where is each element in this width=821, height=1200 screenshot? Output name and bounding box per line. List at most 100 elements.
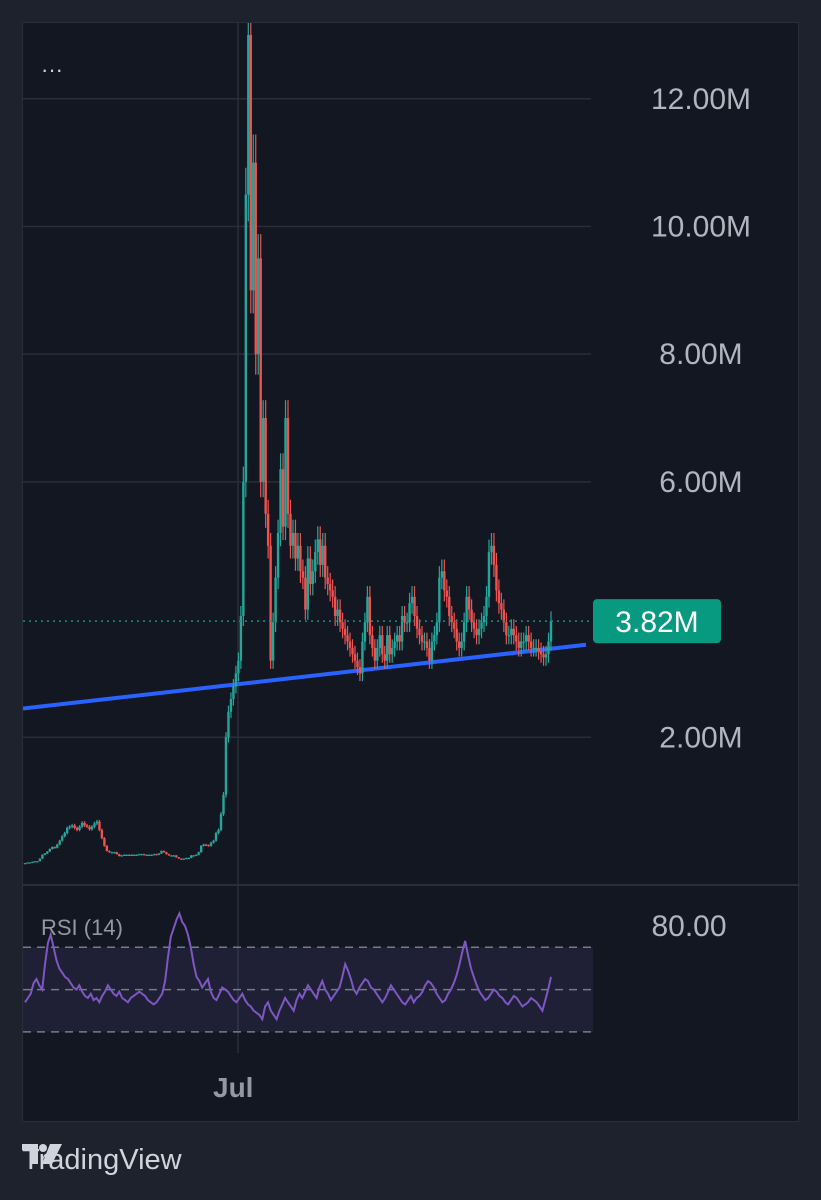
tradingview-logo-icon [22,1144,62,1164]
candle-body [361,641,364,674]
candle-body [524,635,528,642]
support-trendline[interactable] [23,642,587,711]
candle-body [167,854,171,856]
candle-body [356,660,359,668]
candle-body [281,469,285,527]
candle-body [237,660,240,674]
candle-body [130,854,133,856]
candle-body [391,647,394,655]
candle-body [462,622,466,642]
candle-body [512,628,515,636]
candle-body [465,596,468,623]
candle-body [145,854,148,856]
candle-body [455,628,458,642]
candle-body [78,826,81,830]
candle-body [304,577,307,610]
candle-body [242,481,245,616]
candle-body [376,647,379,661]
candle-body [53,847,56,849]
candle-body [157,853,161,855]
candle-body [341,622,344,629]
candle-body [182,858,185,860]
candle-body [135,854,138,856]
candle-body [527,635,530,642]
candle-body [232,686,235,699]
candle-body [252,162,255,291]
candle-body [443,571,446,591]
candle-body [212,840,215,843]
candle-body [199,845,203,853]
candle-body [448,596,451,616]
candle-body [433,635,436,642]
candle-body [326,577,329,585]
candle-body [177,857,181,859]
candle-body [217,829,220,834]
candle-body [539,651,543,655]
candle-body [192,855,195,857]
candle-body [194,854,198,856]
candle-body [542,654,545,658]
candle-body [103,838,106,846]
candle-body [185,857,188,860]
candle-body [333,596,337,616]
candle-body [271,622,275,661]
candle-body [314,552,317,572]
candle-body [120,855,123,857]
candle-body [209,842,213,846]
candle-body [507,635,511,637]
candle-body [490,545,493,553]
candle-body [398,635,401,642]
candle-body [534,647,538,650]
candle-body [520,641,523,648]
candle-body [142,854,146,856]
candle-body [172,855,176,857]
candle-body [197,852,200,855]
chart-canvas[interactable]: 2.00M 6.00M 8.00M 10.00M 12.00M 80.00 ··· RSI… [23,23,800,1123]
candle-body [128,854,131,856]
candle-body [110,852,114,854]
candle-body [41,854,44,859]
candle-body [264,418,267,514]
candle-body [430,641,434,661]
price-tick-label: 2.00M [659,721,742,754]
candle-body [289,513,292,546]
candle-body [75,827,79,830]
candle-body [269,545,272,661]
candle-body [492,545,496,565]
candle-body [33,861,37,863]
candle-body [108,850,111,853]
candle-body [286,418,290,514]
chart-menu-dots[interactable]: ··· [41,57,63,82]
candle-body [229,698,233,712]
candle-body [190,855,193,858]
candle-body [487,552,491,597]
candle-body [415,615,419,629]
candle-body [296,545,300,559]
rsi-title: RSI (14) [41,915,123,940]
candle-body [98,821,101,830]
candle-body [291,532,295,546]
tradingview-brand[interactable]: TradingView [22,1142,182,1178]
candle-body [445,590,448,597]
trendline-layer [23,642,587,711]
candle-body [118,854,121,857]
candle-body [457,641,461,648]
candle-body [31,861,34,864]
candle-body [23,863,27,865]
candle-body [224,737,228,795]
candle-body [393,641,396,648]
chart-frame: 2.00M 6.00M 8.00M 10.00M 12.00M 80.00 ··· RSI… [22,22,800,1123]
candle-body [137,854,141,856]
candle-body [83,822,86,826]
candle-body [319,539,322,565]
candles [23,23,593,865]
candle-body [485,596,488,616]
candle-body [395,635,399,642]
candle-body [517,641,520,648]
candle-body [274,577,277,623]
candle-body [180,858,183,860]
candle-body [51,847,54,850]
candle-body [227,711,230,738]
candle-body [477,628,481,636]
candle-body [147,854,151,856]
